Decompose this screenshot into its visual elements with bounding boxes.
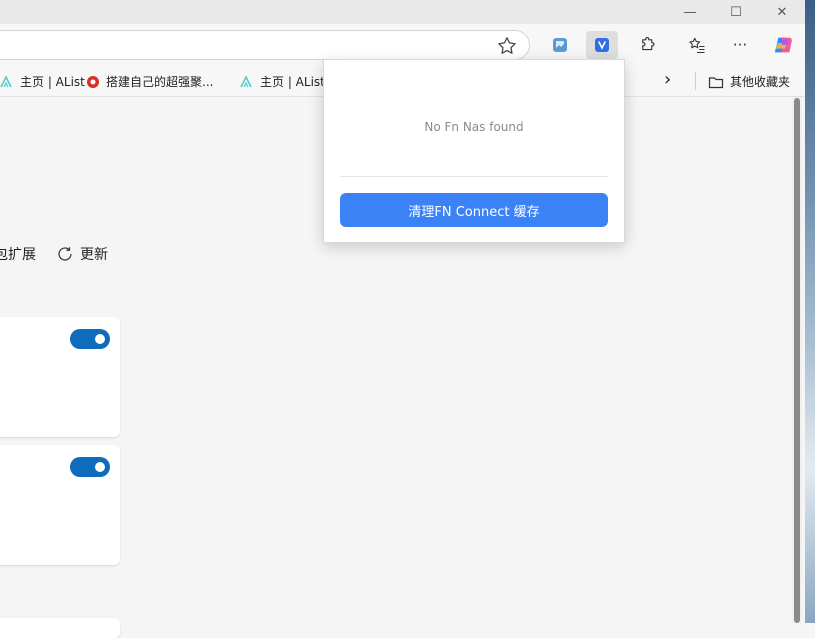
bookmark-super-aggregation[interactable]: 搭建自己的超强聚... (86, 73, 213, 90)
maximize-button[interactable]: ☐ (716, 0, 756, 24)
fn-connect-popup: No Fn Nas found 清理FN Connect 缓存 (323, 59, 625, 243)
popup-divider (340, 176, 608, 177)
clear-cache-button[interactable]: 清理FN Connect 缓存 (340, 193, 608, 227)
chevron-right-icon: › (664, 69, 672, 90)
popup-empty-message: No Fn Nas found (424, 120, 524, 134)
other-favorites-folder[interactable]: 其他收藏夹 (708, 73, 790, 90)
page-actions: 包扩展 更新 (0, 244, 108, 264)
bookmark-label: 搭建自己的超强聚... (106, 75, 214, 89)
close-button[interactable]: ✕ (762, 0, 802, 24)
alist-logo-icon (240, 74, 252, 87)
extension-toggle[interactable] (70, 457, 110, 477)
fn-connect-extension-button[interactable] (586, 31, 618, 59)
bookmarks-divider (695, 72, 696, 90)
close-icon: ✕ (776, 4, 788, 20)
extension-card (0, 618, 120, 638)
puzzle-icon (642, 37, 655, 51)
favorite-star-icon[interactable] (496, 35, 518, 57)
maximize-icon: ☐ (730, 4, 742, 20)
copilot-button[interactable] (767, 31, 799, 59)
extension-card (0, 317, 120, 437)
extension-image-button[interactable] (544, 31, 576, 59)
image-extension-icon (553, 38, 567, 52)
extensions-button[interactable] (632, 31, 664, 59)
bookmark-alist-2[interactable]: 主页 | AList (240, 73, 325, 90)
address-bar[interactable] (0, 30, 530, 60)
extension-card (0, 445, 120, 565)
extension-toggle[interactable] (70, 329, 110, 349)
scrollbar-thumb[interactable] (794, 98, 800, 623)
load-unpacked-extension-link[interactable]: 包扩展 (0, 244, 36, 264)
update-button[interactable]: 更新 (80, 244, 108, 264)
bookmarks-overflow-button[interactable]: › (664, 69, 671, 90)
bookmark-label: 主页 | AList (260, 75, 325, 89)
folder-icon (708, 76, 724, 88)
alist-logo-icon (0, 74, 12, 87)
favorites-list-icon (689, 37, 705, 54)
ellipsis-icon: ··· (732, 36, 748, 54)
site-favicon-icon (87, 75, 99, 88)
bookmark-label: 主页 | AList (20, 75, 85, 89)
bookmark-alist-1[interactable]: 主页 | AList (0, 73, 85, 90)
other-favorites-label: 其他收藏夹 (730, 75, 791, 89)
minimize-icon: — (683, 4, 697, 20)
desktop-wallpaper (805, 0, 815, 623)
refresh-icon[interactable] (56, 245, 74, 263)
favorites-button[interactable] (681, 31, 713, 59)
more-menu-button[interactable]: ··· (724, 31, 756, 59)
title-bar: — ☐ ✕ (0, 0, 805, 24)
fn-connect-icon (595, 38, 609, 52)
minimize-button[interactable]: — (670, 0, 710, 24)
copilot-icon (774, 37, 792, 53)
